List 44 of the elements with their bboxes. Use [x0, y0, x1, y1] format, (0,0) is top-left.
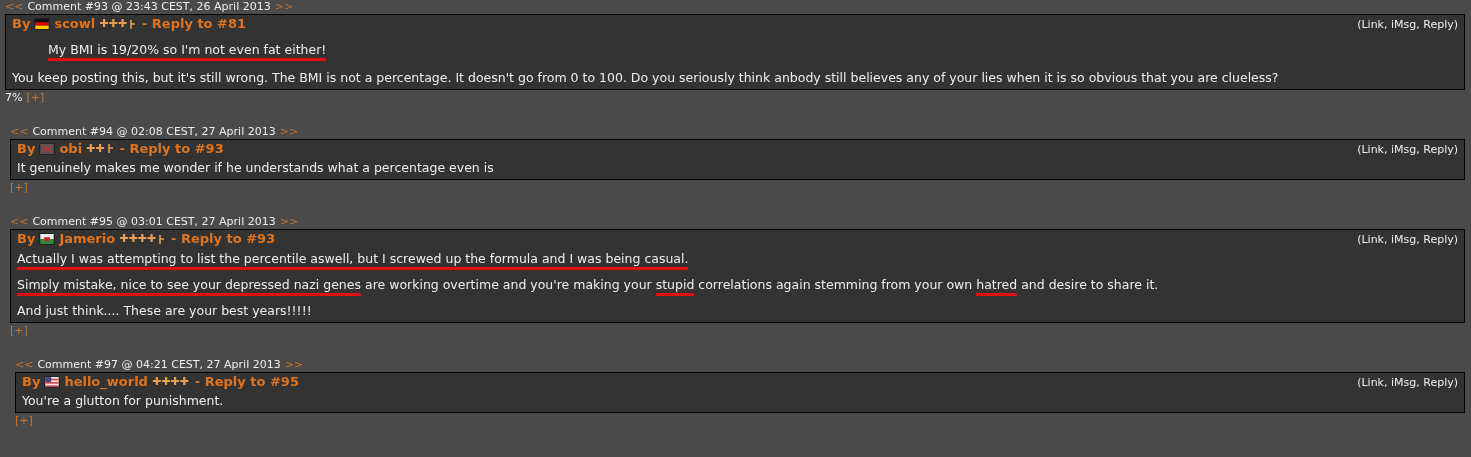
comment-actions[interactable]: (Link, iMsg, Reply) — [1357, 232, 1458, 249]
by-label: By — [17, 230, 36, 248]
next-link[interactable]: >> — [279, 124, 299, 139]
expand-link[interactable]: [+] — [10, 323, 28, 338]
previous-link[interactable]: << — [5, 0, 24, 14]
by-label: By — [22, 372, 41, 391]
comment-meta: Comment #94 @ 02:08 CEST, 27 April 2013 — [32, 124, 276, 139]
reply-to-link[interactable]: - Reply to #95 — [194, 372, 299, 391]
score-text: 7% — [5, 90, 23, 105]
comment-actions[interactable]: (Link, iMsg, Reply) — [1357, 374, 1458, 391]
comment-meta: Comment #93 @ 23:43 CEST, 26 April 2013 — [27, 0, 271, 14]
rank-pluses: ✚✚✚✚ — [151, 373, 189, 390]
reply-to-link[interactable]: - Reply to #81 — [141, 15, 247, 33]
comment-actions[interactable]: (Link, iMsg, Reply) — [1357, 141, 1458, 158]
comment-text: You're a glutton for punishment. — [22, 393, 225, 409]
comment-meta: Comment #95 @ 03:01 CEST, 27 April 2013 — [32, 215, 276, 229]
previous-link[interactable]: << — [10, 124, 29, 139]
rank-pluses: ✚✚✚ — [99, 16, 127, 32]
author-link[interactable]: Jamerio — [59, 230, 116, 248]
rank-pluses: ✚✚ — [86, 140, 105, 157]
reply-to-link[interactable]: - Reply to #93 — [171, 230, 276, 248]
by-label: By — [17, 139, 36, 158]
next-link[interactable]: >> — [284, 357, 304, 372]
comment-text: Simply mistake, nice to see your depressed nazi genes are working overtime and you're making your stupid correlations again stemming from your own hatred and desire to share it. — [17, 276, 1458, 293]
rank-pluses: ✚✚✚✚ — [119, 231, 157, 247]
comment-text: And just think.... These are your best years!!!!! — [17, 302, 313, 319]
author-link[interactable]: obi — [59, 139, 83, 158]
comment-text: It genuinely makes me wonder if he understands what a percentage even is — [17, 160, 495, 176]
previous-link[interactable]: << — [15, 357, 34, 372]
next-link[interactable]: >> — [274, 0, 294, 14]
next-link[interactable]: >> — [279, 215, 299, 229]
comment-text: My BMI is 19/20% so I'm not even fat either! — [12, 41, 1458, 58]
previous-link[interactable]: << — [10, 215, 29, 229]
comment-meta: Comment #97 @ 04:21 CEST, 27 April 2013 — [37, 357, 281, 372]
author-link[interactable]: hello_world — [64, 372, 148, 391]
expand-link[interactable]: [+] — [10, 181, 28, 195]
expand-link[interactable]: [+] — [26, 90, 45, 105]
expand-link[interactable]: [+] — [15, 414, 33, 428]
comment-text: Actually I was attempting to list the percentile aswell, but I screwed up the formula and I was being casual. — [17, 250, 1458, 267]
reply-to-link[interactable]: - Reply to #93 — [119, 139, 224, 158]
comment-text: You keep posting this, but it's still wrong. The BMI is not a percentage. It doesn't go from 0 to 100. Do you seriously think anbody still believes any of your lies when it is so obvious that you are clueless? — [12, 69, 1280, 86]
by-label: By — [12, 15, 31, 33]
comment-actions[interactable]: (Link, iMsg, Reply) — [1357, 17, 1458, 34]
author-link[interactable]: scowl — [54, 15, 96, 33]
